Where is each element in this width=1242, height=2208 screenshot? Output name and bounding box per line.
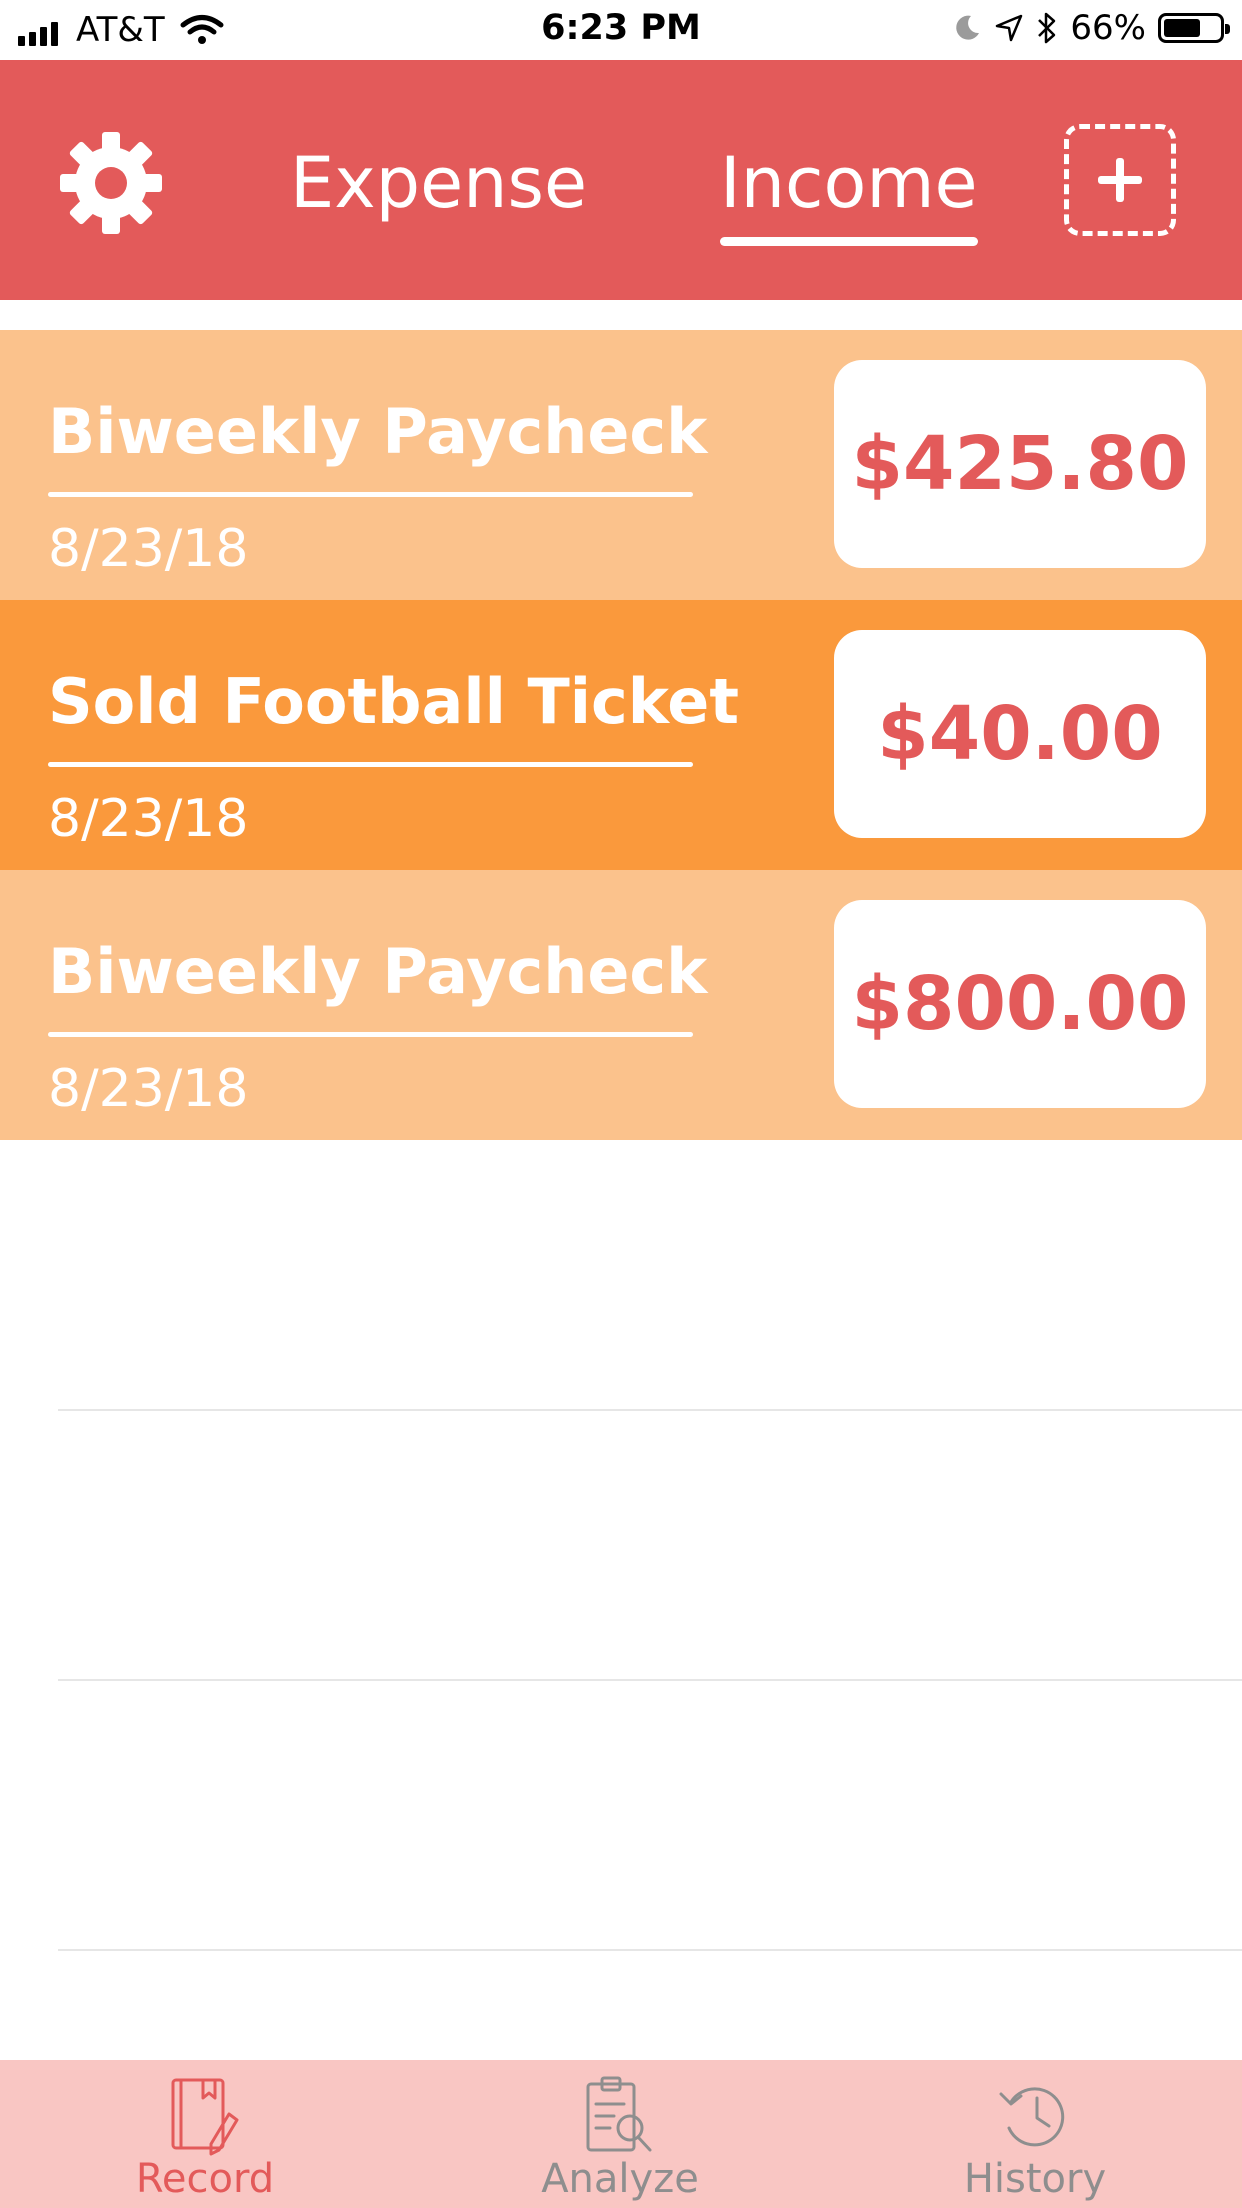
title-underline xyxy=(48,762,693,767)
entry-amount: $800.00 xyxy=(851,961,1189,1047)
tab-income-label: Income xyxy=(720,142,978,224)
moon-icon xyxy=(956,15,980,40)
status-bar: AT&T 6:23 PM 66% xyxy=(0,0,1242,60)
tab-history-label: History xyxy=(963,2156,1107,2202)
tab-expense-label: Expense xyxy=(290,142,588,224)
entry-amount: $425.80 xyxy=(851,421,1189,507)
top-navigation-bar: Expense Income xyxy=(0,60,1242,300)
list-separator xyxy=(58,1409,1242,1411)
history-clock-icon xyxy=(999,2087,1065,2147)
entry-title: Biweekly Paycheck xyxy=(48,395,708,468)
tab-record-label: Record xyxy=(135,2156,275,2202)
tab-analyze[interactable]: Analyze xyxy=(470,2060,770,2208)
location-arrow-icon xyxy=(996,14,1023,42)
entry-title: Sold Football Ticket xyxy=(48,665,739,738)
entry-amount: $40.00 xyxy=(877,691,1163,777)
title-underline xyxy=(48,492,693,497)
list-separator xyxy=(58,1949,1242,1951)
battery-icon xyxy=(1158,13,1230,43)
amount-box[interactable]: $800.00 xyxy=(834,900,1206,1108)
entry-date: 8/23/18 xyxy=(48,789,249,849)
income-entry-row[interactable]: Biweekly Paycheck 8/23/18 $800.00 xyxy=(0,870,1242,1140)
tab-income[interactable]: Income xyxy=(720,138,978,246)
income-entry-row[interactable]: Sold Football Ticket 8/23/18 $40.00 xyxy=(0,600,1242,870)
title-underline xyxy=(48,1032,693,1037)
tab-expense[interactable]: Expense xyxy=(290,138,587,228)
plus-icon xyxy=(1098,158,1142,202)
income-entry-row[interactable]: Biweekly Paycheck 8/23/18 $425.80 xyxy=(0,330,1242,600)
battery-percent: 66% xyxy=(1070,8,1146,48)
bluetooth-icon xyxy=(1038,12,1056,44)
amount-box[interactable]: $425.80 xyxy=(834,360,1206,568)
tab-record[interactable]: Record xyxy=(55,2060,355,2208)
entry-date: 8/23/18 xyxy=(48,1059,249,1119)
tab-history[interactable]: History xyxy=(885,2060,1185,2208)
amount-box[interactable]: $40.00 xyxy=(834,630,1206,838)
selected-tab-indicator xyxy=(720,237,978,246)
analyze-clipboard-icon xyxy=(586,2076,652,2152)
record-book-icon xyxy=(171,2078,239,2156)
entry-date: 8/23/18 xyxy=(48,519,249,579)
list-separator xyxy=(58,1679,1242,1681)
add-entry-button[interactable] xyxy=(1064,124,1176,236)
tab-analyze-label: Analyze xyxy=(541,2156,699,2202)
gear-icon[interactable] xyxy=(56,128,166,238)
bottom-tab-bar: Record Analyze History xyxy=(0,2060,1242,2208)
entry-title: Biweekly Paycheck xyxy=(48,935,708,1008)
